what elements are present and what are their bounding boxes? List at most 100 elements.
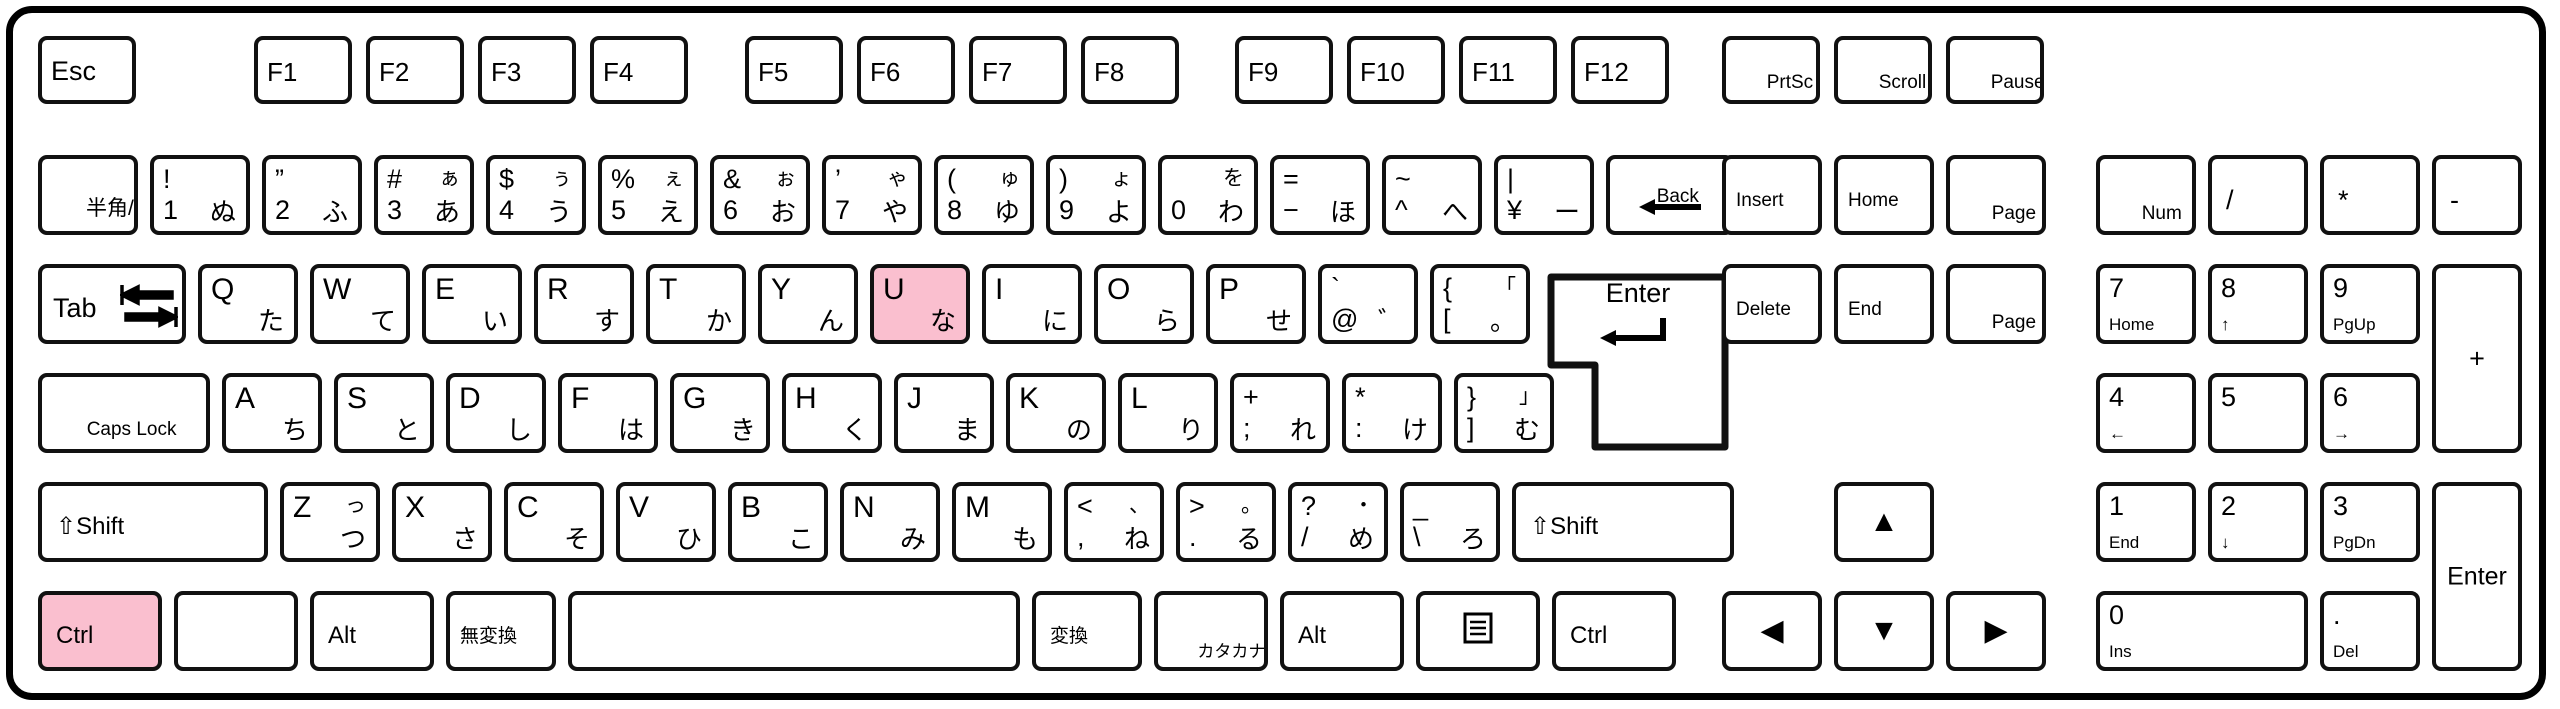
key-katakana-hiragana[interactable]: カタカナ ひらがな [1154,591,1268,671]
key-1[interactable]: ! 1 ぬ [150,155,250,235]
key-z[interactable]: Z っ つ [280,482,380,562]
key-f2[interactable]: F2 [366,36,464,104]
key-4[interactable]: $ ぅ 4 う [486,155,586,235]
key-backslash-ro[interactable]: _ \ ろ [1400,482,1500,562]
key-y[interactable]: Y ん [758,264,858,344]
key-3[interactable]: # ぁ 3 あ [374,155,474,235]
key-f3[interactable]: F3 [478,36,576,104]
key-arrow-left[interactable]: ◀ [1722,591,1822,671]
key-win-left[interactable] [174,591,298,671]
key-v[interactable]: V ひ [616,482,716,562]
key-pausebreak[interactable]: Pause Break [1946,36,2044,104]
key-printscreen[interactable]: PrtSc SysRq [1722,36,1820,104]
key-comma[interactable]: < 、 , ね [1064,482,1164,562]
key-f4[interactable]: F4 [590,36,688,104]
key-colon[interactable]: * : け [1342,373,1442,453]
key-pageup[interactable]: Page Up [1946,155,2046,235]
key-semicolon[interactable]: + ; れ [1230,373,1330,453]
key-henkan[interactable]: 変換 [1032,591,1142,671]
key-numlock[interactable]: Num Lock [2096,155,2196,235]
key-f12[interactable]: F12 [1571,36,1669,104]
key-f5[interactable]: F5 [745,36,843,104]
key-numpad-5[interactable]: 5 [2208,373,2308,453]
key-numpad-4[interactable]: 4 ← [2096,373,2196,453]
key-o[interactable]: O ら [1094,264,1194,344]
key-minus[interactable]: = − ほ [1270,155,1370,235]
key-f11[interactable]: F11 [1459,36,1557,104]
key-f8[interactable]: F8 [1081,36,1179,104]
key-numpad-minus[interactable]: - [2432,155,2522,235]
key-5[interactable]: % ぇ 5 え [598,155,698,235]
key-at[interactable]: ` @ ゛ [1318,264,1418,344]
key-shift-left[interactable]: ⇧Shift [38,482,268,562]
key-f[interactable]: F は [558,373,658,453]
key-tab[interactable]: Tab [38,264,186,344]
key-f10[interactable]: F10 [1347,36,1445,104]
key-muhenkan[interactable]: 無変換 [446,591,556,671]
key-numpad-0[interactable]: 0 Ins [2096,591,2308,671]
key-insert[interactable]: Insert [1722,155,1822,235]
key-a[interactable]: A ち [222,373,322,453]
key-ctrl-right[interactable]: Ctrl [1552,591,1676,671]
key-period[interactable]: > 。 . る [1176,482,1276,562]
key-2[interactable]: ” 2 ふ [262,155,362,235]
key-x[interactable]: X さ [392,482,492,562]
key-i[interactable]: I に [982,264,1082,344]
key-end[interactable]: End [1834,264,1934,344]
key-delete[interactable]: Delete [1722,264,1822,344]
key-ctrl-left[interactable]: Ctrl [38,591,162,671]
key-numpad-6[interactable]: 6 → [2320,373,2420,453]
key-numpad-2[interactable]: 2 ↓ [2208,482,2308,562]
key-f9[interactable]: F9 [1235,36,1333,104]
key-w[interactable]: W て [310,264,410,344]
key-numpad-3[interactable]: 3 PgDn [2320,482,2420,562]
key-numpad-9[interactable]: 9 PgUp [2320,264,2420,344]
key-esc[interactable]: Esc [38,36,136,104]
key-g[interactable]: G き [670,373,770,453]
key-t[interactable]: T か [646,264,746,344]
key-s[interactable]: S と [334,373,434,453]
key-numpad-multiply[interactable]: * [2320,155,2420,235]
key-numpad-decimal[interactable]: . Del [2320,591,2420,671]
key-yen[interactable]: | ¥ ー [1494,155,1594,235]
key-0[interactable]: を 0 わ [1158,155,1258,235]
key-k[interactable]: K の [1006,373,1106,453]
key-numpad-divide[interactable]: / [2208,155,2308,235]
key-r[interactable]: R す [534,264,634,344]
key-b[interactable]: B こ [728,482,828,562]
key-scrolllock[interactable]: Scroll Lock [1834,36,1932,104]
key-arrow-right[interactable]: ▶ [1946,591,2046,671]
key-numpad-7[interactable]: 7 Home [2096,264,2196,344]
key-rightbracket[interactable]: } 」 ] む [1454,373,1554,453]
key-f6[interactable]: F6 [857,36,955,104]
key-u[interactable]: U な [870,264,970,344]
key-arrow-up[interactable]: ▲ [1834,482,1934,562]
key-m[interactable]: M も [952,482,1052,562]
key-numpad-plus[interactable]: + [2432,264,2522,453]
key-c[interactable]: C そ [504,482,604,562]
key-8[interactable]: ( ゅ 8 ゆ [934,155,1034,235]
key-space[interactable] [568,591,1020,671]
key-pagedown[interactable]: Page Down [1946,264,2046,344]
key-enter[interactable]: Enter [1542,264,1734,456]
key-capslock[interactable]: Caps Lock 英数 [38,373,210,453]
key-9[interactable]: ) ょ 9 よ [1046,155,1146,235]
key-p[interactable]: P せ [1206,264,1306,344]
key-6[interactable]: & ぉ 6 お [710,155,810,235]
key-slash[interactable]: ? ・ / め [1288,482,1388,562]
key-h[interactable]: H く [782,373,882,453]
key-numpad-enter[interactable]: Enter [2432,482,2522,671]
key-d[interactable]: D し [446,373,546,453]
key-home[interactable]: Home [1834,155,1934,235]
key-q[interactable]: Q た [198,264,298,344]
key-caret[interactable]: ~ ^ へ [1382,155,1482,235]
key-alt-left[interactable]: Alt [310,591,434,671]
key-alt-right[interactable]: Alt [1280,591,1404,671]
key-numpad-8[interactable]: 8 ↑ [2208,264,2308,344]
key-backspace[interactable]: Back space [1606,155,1734,235]
key-j[interactable]: J ま [894,373,994,453]
key-numpad-1[interactable]: 1 End [2096,482,2196,562]
key-menu[interactable] [1416,591,1540,671]
key-f7[interactable]: F7 [969,36,1067,104]
key-arrow-down[interactable]: ▼ [1834,591,1934,671]
